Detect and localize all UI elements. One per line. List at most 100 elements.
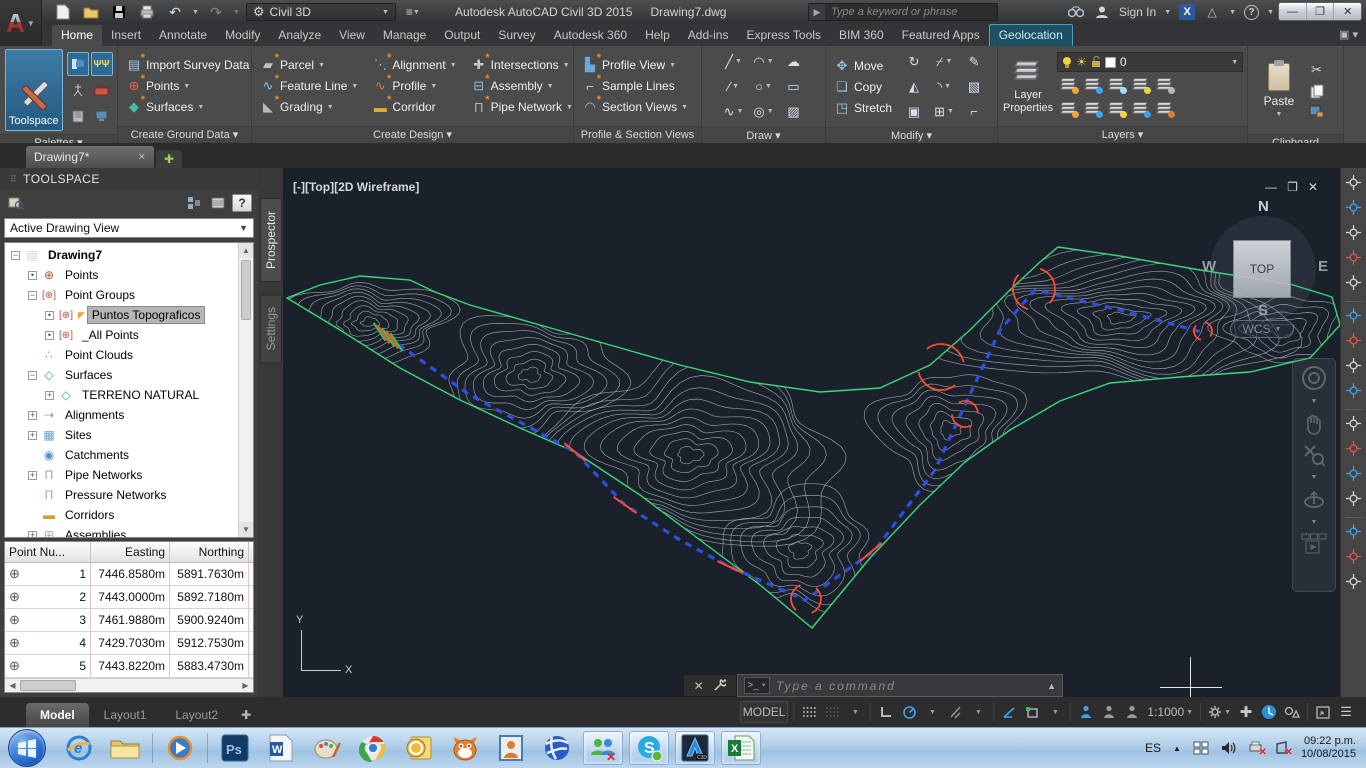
copy-clip-button[interactable] [1310, 84, 1324, 99]
tree-item-points[interactable]: •⊕Points [5, 265, 238, 285]
taskbar-app-c3d[interactable]: C3D [675, 731, 715, 765]
table-row[interactable]: ⊕57443.8220m5883.4730m [5, 655, 254, 678]
annotation-scale-value[interactable]: 1:1000 ▼ [1145, 701, 1195, 723]
point-tool-icon-11[interactable] [1345, 465, 1362, 487]
otrack-toggle[interactable] [999, 701, 1019, 723]
tree-expander[interactable]: • [28, 271, 37, 280]
start-button[interactable] [8, 729, 46, 767]
command-history-toggle[interactable]: ▲ [1047, 681, 1056, 691]
layer-tool-1-2[interactable] [1105, 98, 1129, 120]
toolspace-tab-settings[interactable]: Settings [260, 294, 282, 363]
viewport-minimize-icon[interactable]: — [1265, 180, 1277, 194]
viewport-restore-icon[interactable]: ❐ [1287, 180, 1298, 194]
layer-dropdown[interactable]: ☀ 0 ▼ [1057, 52, 1243, 72]
tab-geolocation[interactable]: Geolocation [989, 24, 1073, 46]
exchange-apps-icon[interactable]: X [1179, 4, 1195, 20]
tab-annotate[interactable]: Annotate [150, 25, 216, 46]
display-palette-toggle[interactable] [91, 104, 113, 128]
tree-item-pipe-networks[interactable]: +ΠPipe Networks [5, 465, 238, 485]
panel-label-layers[interactable]: Layers ▾ [998, 126, 1247, 143]
column-header-pointnu[interactable]: Point Nu... [5, 542, 91, 562]
workspace-switcher[interactable]: ⚙ Civil 3D ▼ [246, 3, 396, 21]
zoom-extents-icon[interactable] [1302, 443, 1326, 467]
panel-label-design[interactable]: Create Design ▾ [252, 126, 573, 143]
grid-dropdown[interactable]: ▼ [845, 701, 865, 723]
restore-button[interactable]: ❐ [1307, 3, 1335, 20]
modify-tool-2[interactable]: ✎ [959, 49, 989, 74]
ribbon-item-intersections[interactable]: ✚*Intersections▼ [468, 56, 576, 74]
ribbon-item-profile-view[interactable]: ▙*Profile View▼ [579, 56, 691, 74]
ribbon-item-parcel[interactable]: ▰*Parcel▼ [257, 56, 361, 74]
point-tool-icon-8[interactable] [1345, 382, 1362, 404]
taskbar-app-chrome[interactable] [353, 731, 393, 765]
layer-tool-0-3[interactable] [1129, 74, 1153, 96]
taskbar-app-ie[interactable]: e [59, 731, 99, 765]
modify-tool-0[interactable]: ↻ [899, 49, 929, 74]
layout-tab-model[interactable]: Model [26, 703, 89, 727]
point-tool-icon-2[interactable] [1345, 224, 1362, 246]
ribbon-item-grading[interactable]: ◣*Grading▼ [257, 98, 361, 116]
alignment-polyline[interactable] [388, 290, 1205, 600]
viewport-close-icon[interactable]: ✕ [1308, 180, 1318, 194]
showmotion-icon[interactable] [1301, 533, 1327, 555]
panorama-palette-toggle[interactable] [67, 104, 89, 128]
table-row[interactable]: ⊕47429.7030m5912.7530m [5, 632, 254, 655]
tree-expander[interactable]: + [28, 471, 37, 480]
toolspace-button[interactable]: Toolspace [5, 49, 63, 131]
taskbar-app-scratch[interactable] [445, 731, 485, 765]
taskbar-app-paint[interactable] [307, 731, 347, 765]
point-tool-icon-4[interactable] [1345, 274, 1362, 296]
plot-button[interactable] [136, 3, 158, 21]
a360-dropdown[interactable]: ▼ [1229, 9, 1236, 16]
layer-tool-0-0[interactable] [1057, 74, 1081, 96]
layout-tab-layout2[interactable]: Layout2 [161, 703, 232, 727]
column-header-poi[interactable]: Poi [249, 542, 254, 562]
language-indicator[interactable]: ES [1145, 741, 1161, 755]
table-row[interactable]: ⊕37461.9880m5900.9240m [5, 609, 254, 632]
point-tool-icon-5[interactable] [1345, 307, 1362, 329]
pan-hand-icon[interactable] [1302, 412, 1326, 436]
tab-home[interactable]: Home [52, 25, 102, 46]
new-drawing-tab-button[interactable]: ✚ [156, 150, 182, 168]
column-header-easting[interactable]: Easting [91, 542, 170, 562]
ribbon-item-feature-line[interactable]: ∿*Feature Line▼ [257, 77, 361, 95]
viewcube-north[interactable]: N [1258, 198, 1269, 215]
new-button[interactable] [52, 3, 74, 21]
tree-expander[interactable]: − [11, 251, 20, 260]
point-tool-icon-10[interactable] [1345, 440, 1362, 462]
tree-expander[interactable]: • [45, 311, 54, 320]
viewcube-east[interactable]: E [1318, 258, 1328, 275]
table-hscrollbar[interactable]: ◀▶ [5, 678, 253, 692]
command-prompt-icon[interactable]: >_ ▼ [744, 677, 770, 694]
tree-item-point-clouds[interactable]: ∴Point Clouds [5, 345, 238, 365]
layer-tool-1-0[interactable] [1057, 98, 1081, 120]
taskbar-app-wmp[interactable] [160, 731, 200, 765]
draw-tool-6[interactable]: ∿ ▼ [719, 99, 749, 124]
open-drawing-icon[interactable] [6, 194, 26, 212]
isolate-objects-button[interactable] [1282, 701, 1302, 723]
paste-button[interactable]: Paste▼ [1253, 49, 1305, 131]
modify-tool-1[interactable]: ⌿ ▼ [929, 49, 959, 74]
tree-expander[interactable]: − [28, 291, 37, 300]
undo-button[interactable]: ↶ [164, 3, 186, 21]
draw-tool-8[interactable]: ▨ [779, 99, 809, 124]
tree-item-surfaces[interactable]: −◇Surfaces [5, 365, 238, 385]
show-hidden-icons[interactable]: ▲ [1173, 744, 1181, 753]
infocenter-search[interactable]: ▶ Type a keyword or phrase [808, 3, 998, 21]
tree-item-alignments[interactable]: +⇢Alignments [5, 405, 238, 425]
point-tool-icon-7[interactable] [1345, 357, 1362, 379]
tree-scrollbar[interactable]: ▲▼ [238, 243, 253, 537]
printer-status-icon[interactable]: ✕ [1248, 741, 1263, 755]
ortho-toggle[interactable] [876, 701, 896, 723]
grid-display-toggle[interactable] [822, 701, 842, 723]
model-space-toggle[interactable]: MODEL [740, 701, 789, 723]
tree-item-drawing7[interactable]: −▤Drawing7 [5, 245, 238, 265]
tree-item--all-points[interactable]: •[⊕]_All Points [5, 325, 238, 345]
ribbon-item-alignment[interactable]: ⋱*Alignment▼ [369, 56, 459, 74]
tree-item-catchments[interactable]: ◉Catchments [5, 445, 238, 465]
tree-item-pressure-networks[interactable]: ΠPressure Networks [5, 485, 238, 505]
panel-label-ground[interactable]: Create Ground Data ▾ [118, 126, 251, 143]
tab-survey[interactable]: Survey [489, 25, 544, 46]
tree-expander[interactable]: + [28, 531, 37, 539]
sign-in-button[interactable]: Sign In [1119, 5, 1156, 19]
